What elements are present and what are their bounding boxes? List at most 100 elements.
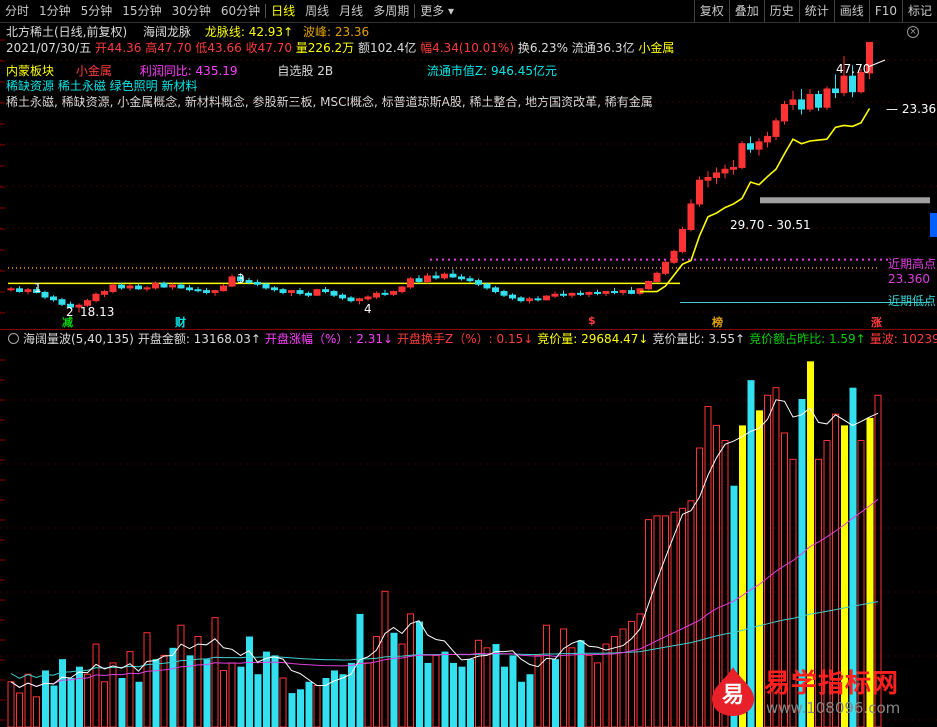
signal-reduce: 减: [62, 316, 73, 329]
volume-bar: [543, 624, 550, 727]
candle: [186, 287, 193, 291]
volume-bar: [59, 659, 66, 727]
volume-bar: [152, 659, 160, 727]
open-pct: 开盘涨幅（%）: 2.31↓: [264, 332, 394, 346]
volume-bar: [339, 674, 347, 727]
candle: [203, 290, 210, 293]
volume-bar: [76, 666, 83, 727]
volume-bar: [228, 662, 236, 727]
volume-bar: [24, 673, 32, 727]
candle: [449, 273, 457, 278]
volume-indicator-legend: 海阔量波(5,40,135) 开盘金额: 13168.03↑ 开盘涨幅（%）: …: [0, 331, 937, 346]
candle: [109, 284, 117, 293]
candle: [424, 275, 431, 282]
candle: [517, 297, 525, 302]
candle: [194, 289, 202, 292]
candle: [373, 292, 380, 298]
candle: [135, 285, 142, 290]
volume-indicator-name[interactable]: 海阔量波(5,40,135): [23, 330, 134, 347]
volume-bar: [246, 636, 253, 727]
volume-bar: [237, 666, 245, 727]
candle: [441, 273, 448, 279]
candle: [645, 281, 652, 290]
candle: [781, 103, 788, 122]
candle: [492, 287, 499, 293]
volume-bar: [407, 613, 414, 727]
low-price-label: 18.13: [80, 305, 114, 319]
right-value-label: — 23.36: [886, 102, 936, 116]
candle: [840, 75, 848, 94]
candle: [339, 294, 346, 299]
candle: [509, 294, 516, 299]
candle: [322, 289, 329, 293]
volume-bar: [450, 662, 457, 727]
signal-dollar: $: [588, 314, 596, 327]
recent-high-value: 23.360: [888, 272, 930, 286]
candle: [262, 283, 270, 289]
candle: [713, 172, 720, 178]
volume-bar: [160, 654, 168, 727]
candle: [577, 292, 584, 295]
candle: [670, 250, 678, 263]
candle: [730, 166, 737, 170]
candle: [789, 99, 797, 105]
candle: [755, 141, 763, 150]
candle: [245, 280, 253, 283]
indicator-menu-icon[interactable]: [8, 333, 19, 344]
candle: [143, 287, 151, 290]
logo-url: www.108096.com: [766, 699, 901, 717]
candle: [560, 293, 567, 296]
wave-label-3: 3: [237, 272, 245, 286]
volume-bar: [518, 681, 525, 727]
volume-bar: [501, 666, 508, 727]
candle: [628, 290, 635, 294]
volume-bar: [670, 511, 678, 727]
candle: [662, 261, 669, 274]
volume-bar: [653, 515, 661, 727]
candle: [764, 135, 771, 143]
candle: [432, 275, 440, 279]
volume-bar: [416, 621, 423, 727]
candle: [415, 278, 423, 283]
volume-wave: 量波: 1023928.9: [869, 332, 937, 346]
recent-low-label: 近期低点: [888, 294, 936, 308]
kline-chart[interactable]: 47.70 — 23.36 29.70 - 30.51 近期高点23.360 近期低点 1…: [0, 0, 937, 330]
candle: [611, 291, 618, 294]
volume-bar: [585, 654, 593, 727]
volume-bar: [568, 647, 576, 727]
signal-finance: 财: [175, 316, 186, 329]
volume-bar: [50, 685, 58, 727]
candle: [160, 282, 168, 288]
volume-bar: [118, 677, 126, 727]
candle: [254, 281, 261, 285]
candle: [849, 75, 856, 93]
volume-bar: [594, 662, 601, 727]
wave-label-1: 1: [34, 281, 42, 295]
volume-bar: [297, 689, 304, 727]
candle: [50, 296, 57, 301]
candle: [347, 297, 355, 302]
watermark-logo: 易 易学指标网 www.108096.com: [702, 661, 937, 727]
candle: [551, 293, 559, 297]
volume-bar: [254, 674, 262, 727]
volume-bar: [492, 644, 500, 727]
candle: [738, 143, 746, 168]
volume-bar: [645, 519, 652, 727]
volume-bar: [552, 659, 559, 727]
candle: [313, 289, 321, 296]
volume-bar: [424, 662, 432, 727]
candle: [475, 280, 482, 285]
candle: [152, 282, 159, 289]
candle: [390, 291, 397, 295]
candle: [16, 288, 23, 293]
volume-bar: [203, 659, 211, 727]
candle: [101, 291, 108, 295]
candle: [679, 228, 686, 252]
candle: [568, 292, 576, 296]
candle: [798, 99, 805, 110]
volume-bar: [92, 643, 100, 727]
volume-bar: [679, 507, 686, 727]
volume-bar: [126, 651, 134, 727]
candle: [526, 298, 533, 302]
open-turnover: 开盘换手Z（%）: 0.15↓: [397, 332, 534, 346]
